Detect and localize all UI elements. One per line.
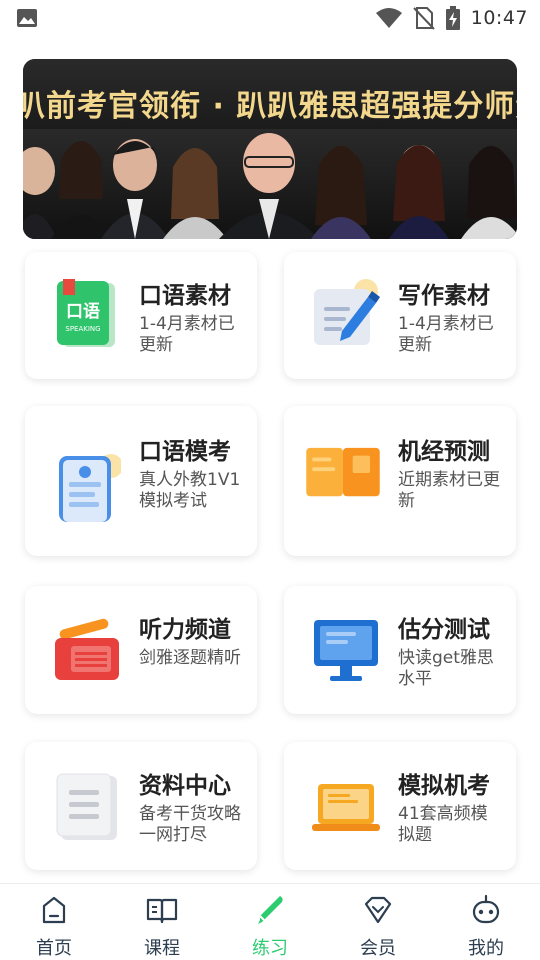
- teachers-photo: [23, 129, 517, 239]
- profile-robot-icon: [472, 894, 500, 924]
- card-description: 41套高频模拟题: [398, 804, 488, 845]
- nav-item-practice[interactable]: 练习: [216, 884, 324, 960]
- vip-diamond-icon: [364, 896, 392, 924]
- nav-item-vip[interactable]: 会员: [324, 884, 432, 960]
- nav-label: 首页: [36, 938, 72, 959]
- nav-item-course[interactable]: 课程: [108, 884, 216, 960]
- card-writing-materials[interactable]: 写作素材 1-4月素材已更新: [284, 252, 516, 379]
- monitor-icon: [314, 620, 378, 681]
- battery-charging-icon: [445, 6, 460, 30]
- card-description: 备考干货攻略一网打尽: [139, 804, 241, 845]
- clock: 10:47: [470, 7, 528, 29]
- card-icon-text: 口语: [66, 302, 100, 322]
- wifi-icon: [375, 8, 402, 28]
- card-resource-center[interactable]: 资料中心 备考干货攻略一网打尽: [25, 742, 257, 870]
- card-title: 资料中心: [139, 773, 231, 799]
- card-listening-channel[interactable]: 听力频道 剑雅逐题精听: [25, 586, 257, 714]
- phone-chat-icon: [59, 454, 121, 522]
- course-book-icon: [146, 898, 178, 924]
- card-description: 1-4月素材已更新: [139, 314, 235, 355]
- card-speaking-mock-test[interactable]: 口语模考 真人外教1V1模拟考试: [25, 406, 257, 556]
- card-score-estimate[interactable]: 估分测试 快读get雅思水平: [284, 586, 516, 714]
- card-description: 剑雅逐题精听: [139, 648, 241, 668]
- no-sim-icon: [413, 7, 435, 30]
- card-description: 快读get雅思水平: [398, 648, 494, 689]
- writing-pencil-icon: [314, 279, 380, 345]
- card-description: 近期素材已更新: [398, 470, 500, 511]
- document-icon: [56, 773, 117, 840]
- nav-label: 课程: [144, 938, 180, 959]
- nav-label: 练习: [252, 938, 288, 959]
- card-speaking-materials[interactable]: 口语 SPEAKING 口语素材 1-4月素材已更新: [25, 252, 257, 379]
- card-title: 听力频道: [139, 617, 231, 643]
- home-icon: [42, 896, 66, 924]
- status-bar: 10:47: [0, 0, 540, 36]
- card-description: 真人外教1V1模拟考试: [139, 470, 241, 511]
- nav-item-profile[interactable]: 我的: [432, 884, 540, 960]
- card-title: 估分测试: [398, 617, 490, 643]
- image-icon: [17, 9, 37, 27]
- card-mock-computer-test[interactable]: 模拟机考 41套高频模拟题: [284, 742, 516, 870]
- card-title: 写作素材: [398, 283, 490, 309]
- card-title: 模拟机考: [398, 773, 490, 799]
- nav-label: 会员: [360, 938, 396, 959]
- card-icon-subtext: SPEAKING: [65, 325, 100, 333]
- card-title: 口语模考: [139, 439, 231, 465]
- nav-item-home[interactable]: 首页: [0, 884, 108, 960]
- speaking-book-icon: 口语 SPEAKING: [57, 279, 115, 347]
- card-title: 口语素材: [139, 283, 231, 309]
- nav-label: 我的: [468, 938, 504, 959]
- practice-pen-icon: [258, 896, 283, 924]
- bottom-nav: 首页 课程 练习 会员 我的: [0, 883, 540, 960]
- laptop-icon: [312, 784, 380, 831]
- card-exam-prediction[interactable]: 机经预测 近期素材已更新: [284, 406, 516, 556]
- card-description: 1-4月素材已更新: [398, 314, 494, 355]
- banner-title: 叭前考官领衔 · 趴趴雅思超强提分师资品: [23, 89, 517, 124]
- card-title: 机经预测: [398, 439, 490, 465]
- radio-icon: [55, 618, 119, 680]
- open-book-icon: [306, 447, 380, 497]
- promo-banner[interactable]: 叭前考官领衔 · 趴趴雅思超强提分师资品: [23, 59, 517, 239]
